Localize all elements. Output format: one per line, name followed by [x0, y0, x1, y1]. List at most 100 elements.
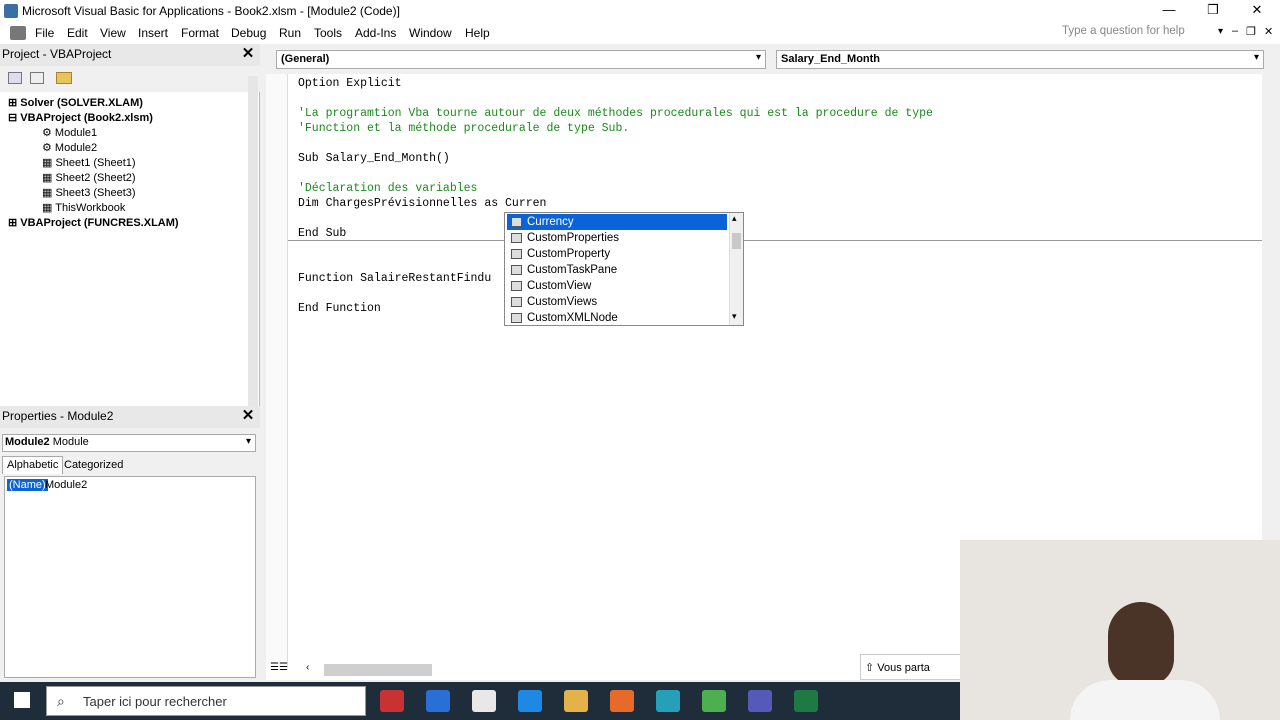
tree-item-sheet1[interactable]: ▦ Sheet1 (Sheet1)	[42, 156, 136, 169]
person-head	[1108, 602, 1174, 686]
chevron-up-icon[interactable]: ▴	[732, 213, 737, 224]
view-toggle-icon[interactable]: ☰☰	[270, 662, 300, 676]
margin-indicator-bar	[266, 74, 288, 668]
list-item[interactable]: CustomXMLNode	[507, 310, 727, 326]
tree-module2-label: Module2	[54, 142, 98, 154]
view-object-icon[interactable]	[30, 72, 44, 84]
procedure-combo-value: Salary_End_Month	[781, 53, 881, 65]
menu-window[interactable]: Window	[409, 26, 452, 40]
windows-start-icon[interactable]	[14, 692, 30, 708]
close-button[interactable]: ✕	[1234, 0, 1280, 22]
tree-item-funcres[interactable]: ⊞ VBAProject (FUNCRES.XLAM)	[8, 216, 179, 229]
list-item[interactable]: CustomTaskPane	[507, 262, 727, 278]
menu-tools[interactable]: Tools	[314, 26, 342, 40]
utorrent-icon[interactable]	[702, 690, 726, 712]
menu-view[interactable]: View	[100, 26, 126, 40]
tree-solver-label: Solver (SOLVER.XLAM)	[20, 97, 143, 109]
menu-debug[interactable]: Debug	[231, 26, 266, 40]
help-dropdown-icon[interactable]: ▾	[1218, 26, 1223, 37]
menu-insert[interactable]: Insert	[138, 26, 168, 40]
tree-item-thisworkbook[interactable]: ▦ ThisWorkbook	[42, 201, 125, 214]
code-line-5[interactable]: 'Déclaration des variables	[298, 182, 477, 195]
excel-view-icon[interactable]	[10, 26, 26, 40]
mail-icon[interactable]	[426, 690, 450, 712]
code-line-9[interactable]: End Function	[298, 302, 381, 315]
list-item[interactable]: CustomProperties	[507, 230, 727, 246]
code-line-2[interactable]: 'La programtion Vba tourne autour de deu…	[298, 107, 933, 120]
ac-item-text: CustomViews	[527, 296, 598, 308]
object-combo[interactable]: (General) ▾	[276, 50, 766, 69]
menu-edit[interactable]: Edit	[67, 26, 88, 40]
view-code-icon[interactable]	[8, 72, 22, 84]
code-minimize-button[interactable]: –	[1232, 25, 1238, 37]
list-item[interactable]: Currency	[507, 214, 727, 230]
menu-format[interactable]: Format	[181, 26, 219, 40]
properties-object-select[interactable]: Module2 Module ▾	[2, 434, 256, 452]
code-line-3[interactable]: 'Function et la méthode procedurale de t…	[298, 122, 629, 135]
tree-funcres-label: VBAProject (FUNCRES.XLAM)	[20, 217, 179, 229]
code-line-8[interactable]: Function SalaireRestantFindu	[298, 272, 491, 285]
code-line-7[interactable]: End Sub	[298, 227, 346, 240]
excel-icon[interactable]	[794, 690, 818, 712]
menu-help[interactable]: Help	[465, 26, 490, 40]
code-line-4[interactable]: Sub Salary_End_Month()	[298, 152, 450, 165]
procedure-separator	[288, 240, 1262, 241]
tree-item-vbaproject-book2[interactable]: ⊟ VBAProject (Book2.xlsm)	[8, 111, 153, 124]
edge-icon[interactable]	[656, 690, 680, 712]
chevron-down-icon: ▾	[1253, 52, 1259, 63]
minimize-button[interactable]: —	[1146, 0, 1192, 22]
list-item[interactable]: CustomViews	[507, 294, 727, 310]
tree-sheet2-label: Sheet2 (Sheet2)	[55, 172, 136, 184]
property-value-cell[interactable]: Module2	[45, 479, 87, 491]
code-line-6[interactable]: Dim ChargesPrévisionnelles as Curren	[298, 197, 546, 210]
intellisense-scrollbar[interactable]: ▴ ▾	[729, 213, 743, 325]
toggle-folders-icon[interactable]	[56, 72, 72, 84]
file-explorer-icon[interactable]	[564, 690, 588, 712]
list-item[interactable]: CustomView	[507, 278, 727, 294]
property-name-cell[interactable]: (Name)	[7, 479, 48, 491]
taskbar-search-box[interactable]: ⌕ Taper ici pour rechercher	[46, 686, 366, 716]
tree-item-module1[interactable]: ⚙ Module1	[42, 126, 97, 139]
menu-file[interactable]: File	[35, 26, 54, 40]
store-icon[interactable]	[472, 690, 496, 712]
internet-explorer-icon[interactable]	[518, 690, 542, 712]
tree-item-sheet2[interactable]: ▦ Sheet2 (Sheet2)	[42, 171, 136, 184]
procedure-combo[interactable]: Salary_End_Month ▾	[776, 50, 1264, 69]
project-explorer: Project - VBAProject ✕ ⊞ Solver (SOLVER.…	[0, 44, 260, 406]
class-icon	[511, 217, 522, 227]
horizontal-scrollbar-thumb[interactable]	[324, 664, 432, 676]
tree-item-solver[interactable]: ⊞ Solver (SOLVER.XLAM)	[8, 96, 143, 109]
scroll-left-icon[interactable]: ‹	[306, 662, 316, 676]
menu-bar: File Edit View Insert Format Debug Run T…	[0, 22, 1280, 44]
tab-alphabetic[interactable]: Alphabetic	[2, 456, 64, 474]
paint-app-icon[interactable]	[380, 690, 404, 712]
object-combo-value: (General)	[281, 53, 330, 65]
menu-run[interactable]: Run	[279, 26, 301, 40]
list-item[interactable]: CustomProperty	[507, 246, 727, 262]
tree-item-module2[interactable]: ⚙ Module2	[42, 141, 97, 154]
properties-pane-close-icon[interactable]: ✕	[240, 408, 256, 424]
help-search-input[interactable]: Type a question for help	[1062, 25, 1222, 41]
tab-categorized[interactable]: Categorized	[60, 458, 127, 474]
vba-app-icon	[4, 4, 18, 18]
project-scrollbar[interactable]	[248, 76, 258, 406]
intellisense-list[interactable]: Currency CustomProperties CustomProperty…	[504, 212, 744, 326]
firefox-icon[interactable]	[610, 690, 634, 712]
tree-module1-label: Module1	[54, 127, 98, 139]
project-pane-close-icon[interactable]: ✕	[240, 46, 256, 62]
properties-object-type: Module	[52, 436, 89, 448]
class-icon	[511, 281, 522, 291]
chevron-down-icon[interactable]: ▾	[732, 311, 737, 322]
tree-sheet3-label: Sheet3 (Sheet3)	[55, 187, 136, 199]
tree-item-sheet3[interactable]: ▦ Sheet3 (Sheet3)	[42, 186, 136, 199]
scroll-thumb[interactable]	[732, 233, 741, 249]
code-close-button[interactable]: ✕	[1264, 25, 1273, 38]
code-restore-button[interactable]: ❐	[1246, 25, 1256, 38]
teams-icon[interactable]	[748, 690, 772, 712]
restore-button[interactable]: ❐	[1190, 0, 1236, 22]
share-notification[interactable]: ⇧ Vous parta	[860, 654, 968, 680]
ac-item-text: CustomProperty	[527, 248, 611, 260]
menu-add-ins[interactable]: Add-Ins	[355, 26, 396, 40]
class-icon	[511, 297, 522, 307]
code-line-1[interactable]: Option Explicit	[298, 77, 402, 90]
